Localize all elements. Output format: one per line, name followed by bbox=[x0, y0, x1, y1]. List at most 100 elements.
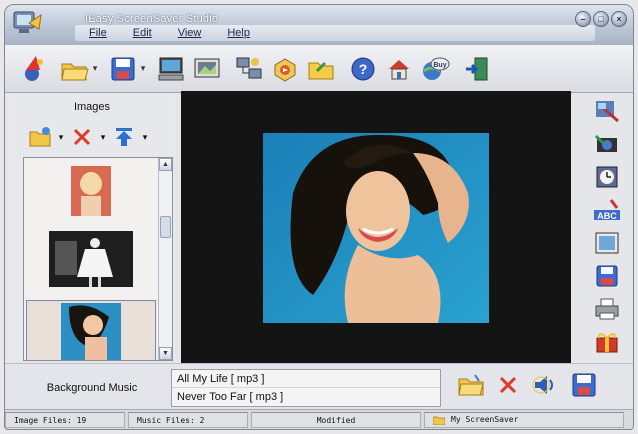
save-dropdown-arrow[interactable]: ▾ bbox=[137, 63, 149, 74]
exit-button[interactable] bbox=[459, 51, 495, 87]
save-disk-button[interactable] bbox=[593, 264, 621, 288]
help-icon: ? bbox=[351, 57, 375, 80]
package-button[interactable] bbox=[267, 51, 303, 87]
image-thumbnail-list[interactable]: ▲ ▼ bbox=[23, 157, 173, 361]
app-logo-icon bbox=[11, 9, 45, 39]
window-controls: – □ × bbox=[575, 11, 627, 27]
folder-icon bbox=[308, 61, 334, 79]
camera-button[interactable] bbox=[593, 132, 621, 156]
save-button[interactable] bbox=[105, 51, 141, 87]
delete-dropdown-arrow[interactable]: ▾ bbox=[99, 132, 107, 143]
music-track-item[interactable]: Never Too Far [ mp3 ] bbox=[172, 388, 440, 406]
thumbnail-image bbox=[71, 166, 111, 216]
camera-icon bbox=[594, 134, 617, 152]
gift-icon bbox=[596, 333, 618, 353]
scroll-down-arrow[interactable]: ▼ bbox=[159, 347, 172, 360]
menu-bar: File Edit View Help bbox=[89, 27, 250, 39]
menu-file[interactable]: File bbox=[89, 27, 107, 39]
add-image-icon bbox=[29, 127, 51, 147]
text-abc-icon: ABC bbox=[594, 199, 620, 221]
screen-settings-icon bbox=[194, 58, 220, 77]
main-toolbar: ▾ ▾ ? Buy bbox=[5, 45, 633, 93]
thumbnail-image bbox=[49, 231, 133, 287]
status-modified: Modified bbox=[251, 411, 421, 428]
status-music-files: Music Files: 2 bbox=[128, 411, 248, 428]
image-effects-button[interactable] bbox=[593, 99, 621, 123]
text-button[interactable]: ABC bbox=[593, 198, 621, 222]
preview-area bbox=[181, 91, 571, 363]
add-music-button[interactable] bbox=[457, 373, 485, 400]
computer-preview-icon bbox=[158, 57, 184, 80]
background-icon bbox=[595, 232, 619, 254]
thumbnail-scrollbar[interactable]: ▲ ▼ bbox=[158, 158, 172, 360]
open-folder-icon bbox=[458, 374, 484, 396]
wizard-button[interactable] bbox=[15, 51, 51, 87]
open-button[interactable] bbox=[57, 51, 93, 87]
network-icon bbox=[236, 57, 262, 78]
menu-view[interactable]: View bbox=[178, 27, 202, 39]
move-dropdown-arrow[interactable]: ▾ bbox=[141, 132, 149, 143]
gift-button[interactable] bbox=[593, 330, 621, 354]
add-image-dropdown-arrow[interactable]: ▾ bbox=[57, 132, 65, 143]
images-panel: Images ▾ ▾ ▾ ▲ ▼ bbox=[9, 95, 175, 361]
scroll-thumb[interactable] bbox=[160, 216, 171, 238]
folder-button[interactable] bbox=[303, 51, 339, 87]
project-name: My ScreenSaver bbox=[451, 414, 519, 424]
image-effects-icon bbox=[596, 101, 619, 123]
maximize-button[interactable]: □ bbox=[593, 11, 609, 27]
disk-icon bbox=[572, 373, 596, 397]
thumbnail-item[interactable] bbox=[26, 230, 156, 288]
preview-button[interactable] bbox=[153, 51, 189, 87]
move-up-button[interactable] bbox=[111, 125, 137, 149]
right-toolbar: ABC bbox=[587, 99, 627, 354]
background-music-label: Background Music bbox=[46, 382, 138, 394]
delete-image-button[interactable] bbox=[69, 125, 95, 149]
buy-icon: Buy bbox=[423, 57, 450, 80]
remove-music-button[interactable] bbox=[497, 374, 519, 399]
app-window: IEasy ScreenSaver Studio File Edit View … bbox=[4, 4, 634, 430]
arrow-up-icon bbox=[116, 128, 132, 146]
title-bar[interactable]: IEasy ScreenSaver Studio File Edit View … bbox=[5, 5, 633, 45]
images-panel-title: Images bbox=[73, 101, 111, 113]
window-title: IEasy ScreenSaver Studio bbox=[85, 13, 219, 25]
background-button[interactable] bbox=[593, 231, 621, 255]
preview-image bbox=[263, 133, 489, 323]
svg-text:Buy: Buy bbox=[433, 62, 446, 69]
music-toolbar bbox=[457, 372, 597, 401]
thumbnail-item-selected[interactable] bbox=[26, 300, 156, 360]
clock-icon bbox=[596, 166, 618, 188]
screen-settings-button[interactable] bbox=[189, 51, 225, 87]
home-button[interactable] bbox=[381, 51, 417, 87]
save-music-button[interactable] bbox=[571, 372, 597, 401]
delete-x-icon bbox=[499, 376, 517, 394]
add-image-button[interactable] bbox=[27, 125, 53, 149]
images-toolbar: ▾ ▾ ▾ bbox=[27, 125, 149, 149]
help-button[interactable]: ? bbox=[345, 51, 381, 87]
status-project: My ScreenSaver bbox=[424, 411, 624, 428]
status-bar: Image Files: 19 Music Files: 2 Modified … bbox=[5, 409, 633, 429]
print-button[interactable] bbox=[593, 297, 621, 321]
minimize-button[interactable]: – bbox=[575, 11, 591, 27]
scroll-up-arrow[interactable]: ▲ bbox=[159, 158, 172, 171]
speaker-icon bbox=[532, 376, 553, 394]
delete-x-icon bbox=[73, 128, 91, 146]
status-image-files: Image Files: 19 bbox=[5, 411, 125, 428]
music-track-list[interactable]: All My Life [ mp3 ] Never Too Far [ mp3 … bbox=[171, 369, 441, 407]
close-button[interactable]: × bbox=[611, 11, 627, 27]
wizard-icon bbox=[25, 55, 43, 81]
thumbnail-item[interactable] bbox=[26, 166, 156, 216]
play-music-button[interactable] bbox=[531, 373, 559, 400]
open-dropdown-arrow[interactable]: ▾ bbox=[89, 63, 101, 74]
home-icon bbox=[389, 59, 409, 79]
menu-help[interactable]: Help bbox=[227, 27, 250, 39]
svg-text:?: ? bbox=[359, 61, 368, 77]
menu-edit[interactable]: Edit bbox=[133, 27, 152, 39]
package-icon bbox=[274, 57, 296, 82]
folder-icon bbox=[433, 416, 445, 425]
save-disk-icon bbox=[111, 57, 135, 80]
buy-button[interactable]: Buy bbox=[417, 51, 453, 87]
clock-button[interactable] bbox=[593, 165, 621, 189]
music-track-item[interactable]: All My Life [ mp3 ] bbox=[172, 370, 440, 388]
network-button[interactable] bbox=[231, 51, 267, 87]
disk-icon bbox=[596, 265, 618, 287]
